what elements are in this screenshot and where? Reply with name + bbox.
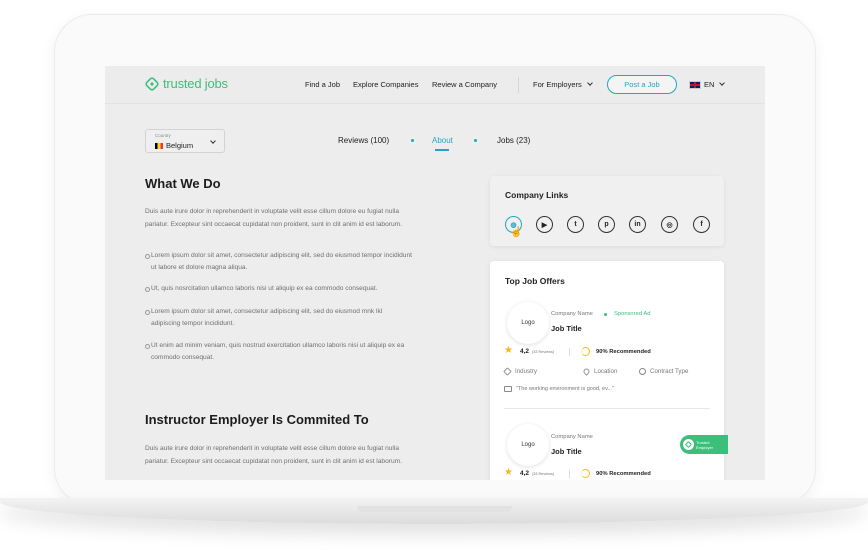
company-links-title: Company Links [505, 190, 569, 200]
star-icon: ★ [504, 467, 513, 478]
nav-find-job[interactable]: Find a Job [305, 80, 340, 89]
list-item: Lorem ipsum dolor sit amet, consectetur … [145, 306, 450, 329]
location-pin-icon [582, 367, 591, 376]
recommend-ring-icon [581, 347, 590, 356]
about-paragraph: pariatur. Excepteur sint occaecat cupida… [145, 221, 402, 228]
pinterest-icon[interactable]: p [598, 216, 615, 233]
country-name: Belgium [166, 141, 194, 150]
hand-cursor-icon: ☝ [510, 227, 523, 238]
location-meta: Location [582, 367, 618, 376]
industry-meta: Industry [503, 367, 538, 376]
badge-line: Employer [696, 444, 713, 450]
list-item-line: Lorem ipsum dolor sit amet, consectetur … [151, 252, 412, 259]
language-label: EN [704, 80, 715, 89]
star-icon: ★ [504, 345, 513, 356]
company-links-card: Company Links [490, 176, 724, 246]
trusted-badge-icon [683, 439, 694, 450]
nav-review-company[interactable]: Review a Company [432, 80, 497, 89]
rating-value: 4,2 [520, 348, 530, 355]
chevron-down-icon [210, 138, 216, 144]
company-logo: Logo [507, 302, 549, 344]
logo-icon [144, 75, 160, 92]
divider [569, 470, 570, 478]
chevron-down-icon [719, 79, 726, 86]
review-count: (33 Reviews) [532, 472, 555, 476]
industry-label: Industry [515, 368, 538, 375]
site-header: trusted jobs Find a Job Explore Companie… [105, 66, 765, 104]
list-item-line: commodo consequat. [151, 353, 215, 361]
facebook-icon[interactable]: f [693, 216, 710, 233]
list-item-line: Ut enim ad minim veniam, quis nostrud ex… [151, 342, 405, 349]
uk-flag-icon [689, 80, 701, 89]
trusted-badge-text: Trusted Employer [696, 440, 713, 450]
twitter-icon[interactable]: t [567, 216, 584, 233]
review-quote: "The working environment is good, ev..." [504, 386, 614, 392]
contract-label: Contract Type [650, 368, 689, 375]
about-paragraph: Duis aute irure dolor in reprehenderit i… [145, 445, 400, 452]
tab-separator-dot [411, 139, 414, 142]
list-item-line: adipiscing tempor incididunt. [151, 319, 235, 327]
tab-reviews[interactable]: Reviews (100) [338, 136, 389, 145]
logo-text: trusted jobs [163, 76, 228, 91]
chevron-down-icon [586, 80, 593, 86]
contract-meta: Contract Type [639, 368, 688, 375]
nav-explore-companies[interactable]: Explore Companies [353, 80, 418, 89]
list-item-line: Lorem ipsum dolor sit amet, consectetur … [151, 308, 383, 315]
tab-jobs[interactable]: Jobs (23) [497, 136, 530, 145]
active-tab-indicator [435, 149, 449, 151]
site-logo[interactable]: trusted jobs [144, 75, 228, 92]
country-select[interactable]: Country Belgium [145, 129, 225, 153]
youtube-icon[interactable]: ▶ [536, 216, 553, 233]
laptop-screen: trusted jobs Find a Job Explore Companie… [105, 66, 765, 480]
list-item: Ut enim ad minim veniam, quis nostrud ex… [145, 340, 450, 363]
clock-icon [639, 368, 646, 375]
sponsored-label: Sponsored Ad [614, 311, 651, 317]
review-count: (33 Reviews) [532, 350, 555, 354]
company-name: Company Name [551, 434, 593, 440]
about-paragraph: pariatur. Excepteur sint occaecat cupida… [145, 458, 402, 465]
company-name: Company Name [551, 311, 593, 317]
about-paragraph: Duis aute irure dolor in reprehenderit i… [145, 208, 400, 215]
linkedin-icon[interactable]: in [629, 216, 646, 233]
sponsored-dot [604, 313, 607, 316]
tab-about[interactable]: About [432, 136, 453, 145]
laptop-notch [357, 506, 512, 512]
quote-text: "The working environment is good, ev..." [516, 386, 614, 392]
offer-divider [504, 408, 710, 409]
country-label: Country [155, 133, 171, 138]
nav-for-employers[interactable]: For Employers [533, 80, 593, 89]
job-title: Job Title [551, 324, 582, 333]
post-job-button[interactable]: Post a Job [607, 75, 677, 94]
belgium-flag-icon [155, 142, 163, 149]
location-label: Location [594, 368, 618, 375]
for-employers-label: For Employers [533, 80, 582, 89]
list-item: Lorem ipsum dolor sit amet, consectetur … [145, 250, 450, 273]
tab-separator-dot [474, 139, 477, 142]
rating-value: 4,2 [520, 470, 530, 477]
instagram-icon[interactable]: ◎ [661, 216, 678, 233]
tag-icon [503, 367, 512, 376]
country-value: Belgium [155, 141, 193, 150]
recommended-value: 90% Recommended [596, 349, 651, 355]
list-item: Ut, quis nosrcitation ullamco laboris ni… [145, 283, 450, 295]
section-heading-commitments: Instructor Employer Is Commited To [145, 412, 369, 427]
top-job-offers-title: Top Job Offers [505, 276, 565, 286]
trusted-employer-badge: Trusted Employer [680, 435, 728, 454]
company-logo: Logo [507, 424, 549, 466]
list-item-line: ut labore et dolore magna aliqua. [151, 263, 248, 271]
recommend-ring-icon [581, 469, 590, 478]
recommended-value: 90% Recommended [596, 471, 651, 477]
comment-icon [504, 386, 512, 392]
nav-divider [518, 77, 519, 93]
job-title: Job Title [551, 447, 582, 456]
language-selector[interactable]: EN [689, 79, 726, 89]
section-heading-what-we-do: What We Do [145, 176, 221, 191]
list-item-line: Ut, quis nosrcitation ullamco laboris ni… [151, 285, 378, 292]
top-job-offers-card: Top Job Offers Logo Company Name Sponsor… [490, 261, 728, 480]
divider [569, 348, 570, 356]
